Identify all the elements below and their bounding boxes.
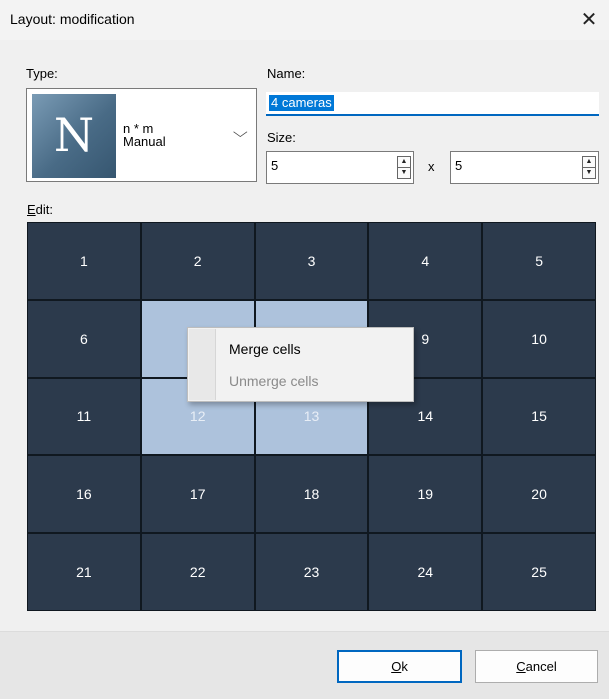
chevron-down-icon: ⌵	[232, 124, 248, 140]
grid-cell[interactable]: 19	[369, 456, 482, 533]
type-dropdown[interactable]: N n * m Manual ⌵	[26, 88, 257, 182]
rows-stepper[interactable]: 5 ▲ ▼	[266, 151, 414, 184]
grid-cell[interactable]: 16	[28, 456, 140, 533]
context-menu-gutter	[189, 329, 216, 400]
grid-cell[interactable]: 15	[483, 378, 595, 455]
unmerge-cells-menu-item[interactable]: Unmerge cells	[229, 373, 318, 389]
grid-cell[interactable]: 1	[28, 223, 140, 299]
name-label: Name:	[267, 66, 306, 81]
grid-cell[interactable]: 17	[141, 456, 254, 533]
cols-spin-buttons[interactable]: ▲ ▼	[582, 156, 596, 179]
title-bar: Layout: modification ✕	[0, 0, 609, 40]
name-input[interactable]: 4 cameras	[266, 92, 599, 116]
ok-button[interactable]: Ok	[337, 650, 462, 683]
cols-stepper[interactable]: 5 ▲ ▼	[450, 151, 599, 184]
grid-cell[interactable]: 4	[369, 223, 482, 299]
grid-cell[interactable]: 25	[483, 534, 595, 610]
size-label: Size:	[267, 130, 296, 145]
name-value: 4 cameras	[269, 95, 334, 111]
rows-value: 5	[271, 158, 279, 173]
grid-cell[interactable]: 24	[369, 534, 482, 610]
grid-cell[interactable]: 10	[483, 300, 595, 377]
context-menu: Merge cells Unmerge cells	[187, 327, 414, 402]
size-separator: x	[428, 159, 435, 174]
grid-cell[interactable]: 20	[483, 456, 595, 533]
type-label: Type:	[26, 66, 58, 81]
up-arrow-icon[interactable]: ▲	[583, 157, 595, 168]
close-icon[interactable]: ✕	[569, 0, 609, 40]
grid-cell[interactable]: 22	[141, 534, 254, 610]
grid-cell[interactable]: 3	[255, 223, 368, 299]
merge-cells-menu-item[interactable]: Merge cells	[229, 341, 301, 357]
cols-value: 5	[455, 158, 463, 173]
layout-type-icon: N	[32, 94, 116, 178]
grid-cell[interactable]: 11	[28, 378, 140, 455]
window-title: Layout: modification	[10, 11, 135, 27]
type-line2: Manual	[123, 134, 166, 149]
up-arrow-icon[interactable]: ▲	[398, 157, 410, 168]
cancel-button[interactable]: Cancel	[475, 650, 598, 683]
grid-cell[interactable]: 6	[28, 300, 140, 377]
grid-cell[interactable]: 21	[28, 534, 140, 610]
grid-cell[interactable]: 18	[255, 456, 368, 533]
rows-spin-buttons[interactable]: ▲ ▼	[397, 156, 411, 179]
layout-grid[interactable]: 1234567891011121314151617181920212223242…	[27, 222, 596, 611]
grid-cell[interactable]: 23	[255, 534, 368, 610]
edit-label: Edit:	[27, 202, 54, 217]
grid-cell[interactable]: 2	[141, 223, 254, 299]
down-arrow-icon[interactable]: ▼	[583, 168, 595, 178]
grid-cell[interactable]: 5	[483, 223, 595, 299]
down-arrow-icon[interactable]: ▼	[398, 168, 410, 178]
